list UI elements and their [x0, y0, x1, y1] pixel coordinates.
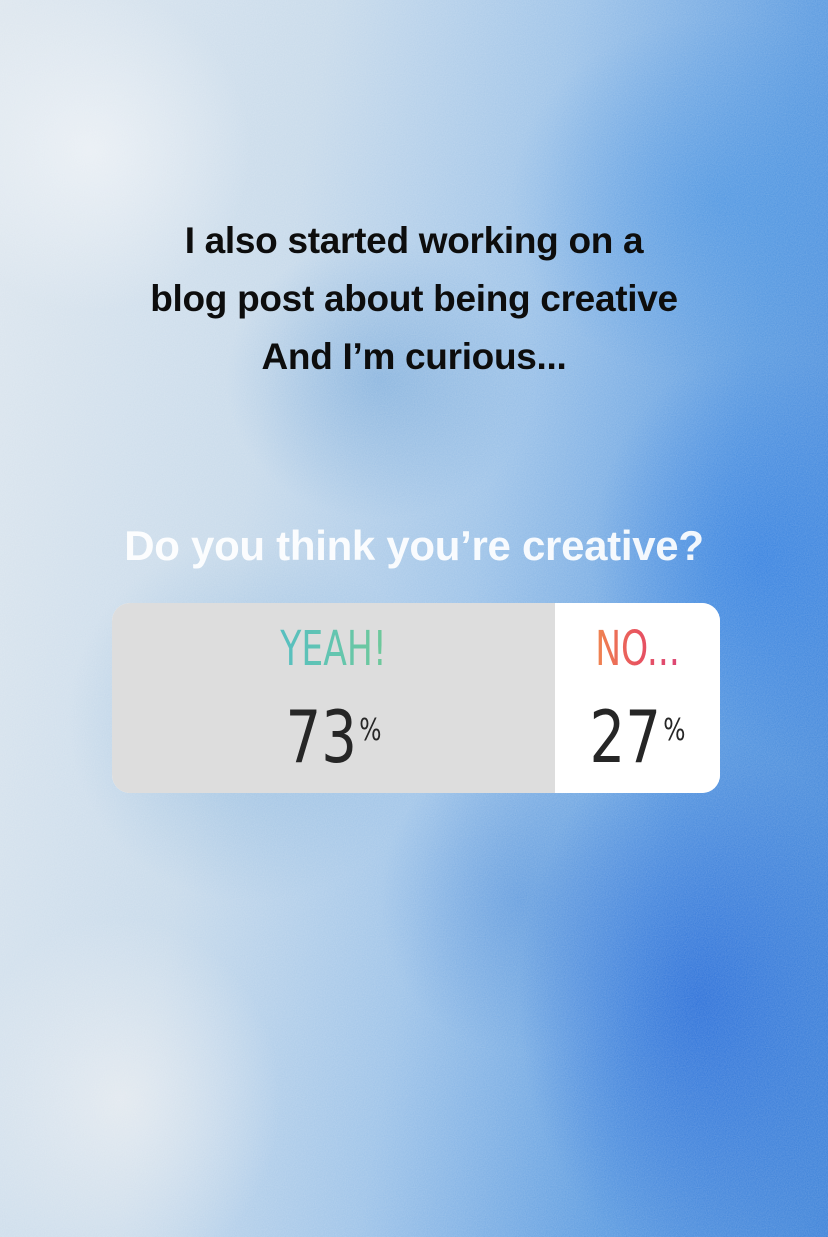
poll-sticker: YEAH! 73% NO... 27%	[112, 603, 720, 793]
percent-sign: %	[359, 713, 382, 748]
poll-option-no[interactable]: NO... 27%	[555, 603, 720, 793]
poll-option-yes-percent: 73	[285, 695, 357, 779]
story-intro-text: I also started working on a blog post ab…	[0, 212, 828, 386]
intro-line-2: blog post about being creative	[150, 278, 678, 319]
intro-line-1: I also started working on a	[184, 220, 644, 261]
poll-option-yes[interactable]: YEAH! 73%	[112, 603, 555, 793]
poll-option-no-result: 27%	[573, 697, 702, 777]
poll-option-no-percent: 27	[589, 695, 661, 779]
poll-option-yes-label: YEAH!	[174, 619, 493, 679]
poll-option-yes-result: 73%	[161, 697, 507, 777]
poll-question: Do you think you’re creative?	[124, 522, 704, 569]
poll-option-no-label: NO...	[578, 619, 697, 679]
percent-sign: %	[663, 713, 686, 748]
intro-line-3: And I’m curious...	[261, 336, 567, 377]
